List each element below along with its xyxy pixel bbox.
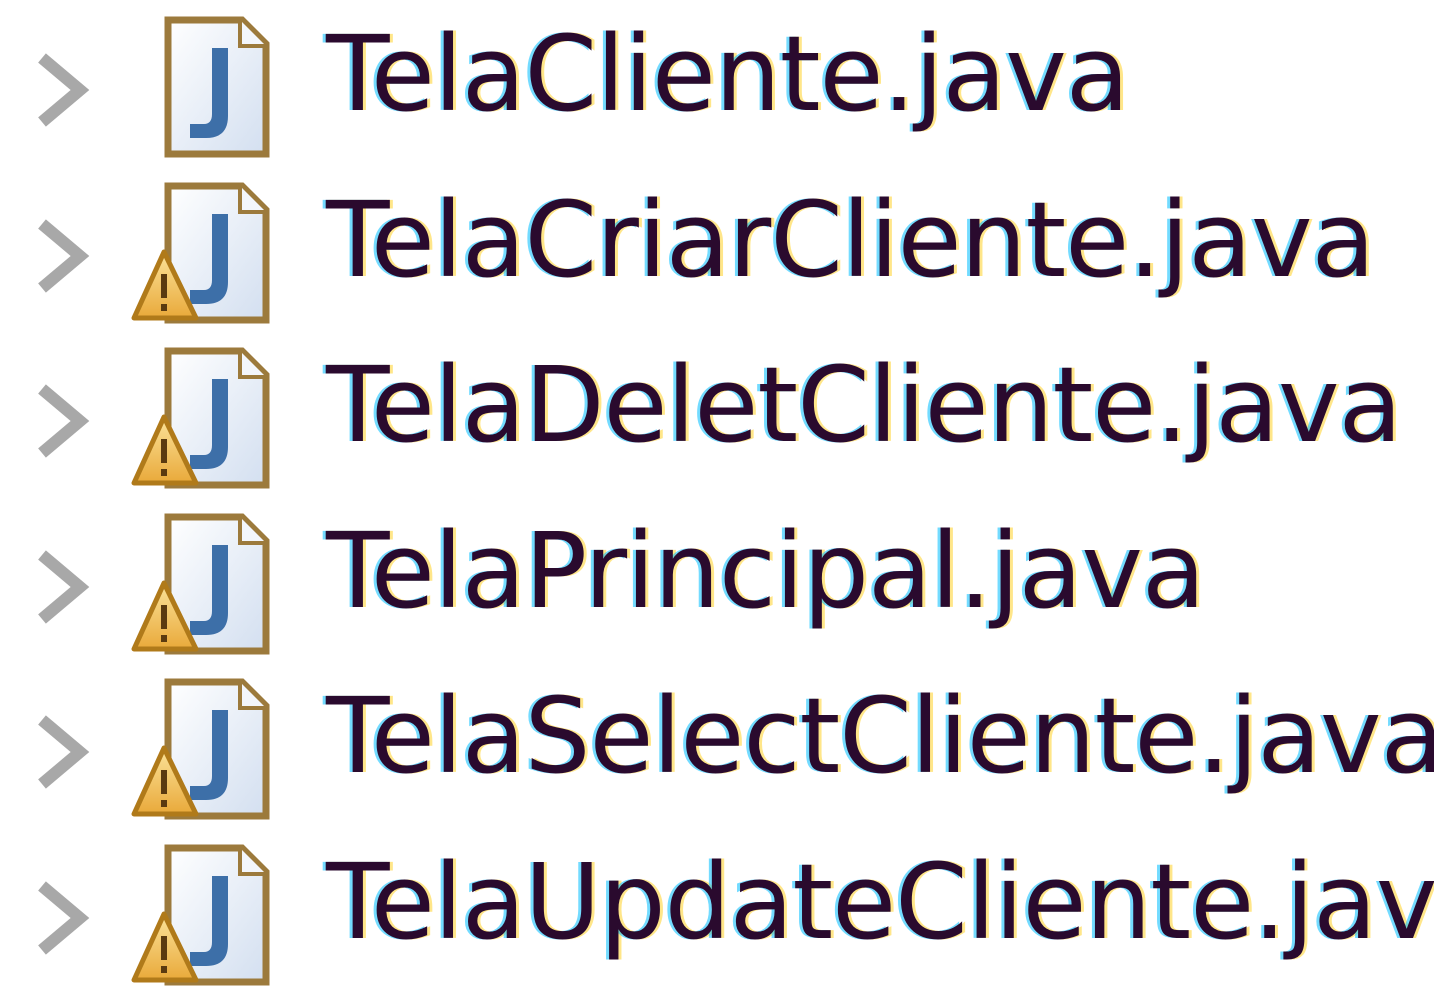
file-label: TelaCliente.java	[326, 13, 1129, 135]
tree-item[interactable]: TelaSelectCliente.java	[0, 662, 1434, 828]
tree-item[interactable]: TelaCriarCliente.java	[0, 166, 1434, 332]
java-file-with-warning-icon	[131, 347, 270, 489]
java-file-icon	[164, 16, 270, 158]
tree-item[interactable]: TelaDeletCliente.java	[0, 331, 1434, 497]
tree-item[interactable]: TelaCliente.java	[0, 0, 1434, 166]
java-file-with-warning-icon	[131, 844, 270, 986]
tree-item[interactable]: TelaPrincipal.java	[0, 497, 1434, 663]
package-explorer-tree: TelaCliente.java TelaCriarCliente.java T…	[0, 0, 1434, 986]
file-label: TelaCriarCliente.java	[326, 179, 1375, 301]
java-file-with-warning-icon	[131, 678, 270, 820]
chevron-right-icon[interactable]	[30, 216, 94, 296]
chevron-right-icon[interactable]	[30, 381, 94, 461]
file-label: TelaSelectCliente.java	[326, 675, 1434, 797]
file-label: TelaPrincipal.java	[326, 510, 1206, 632]
chevron-right-icon[interactable]	[30, 547, 94, 627]
java-file-with-warning-icon	[131, 182, 270, 324]
chevron-right-icon[interactable]	[30, 50, 94, 130]
tree-item[interactable]: TelaUpdateCliente.java	[0, 828, 1434, 994]
chevron-right-icon[interactable]	[30, 878, 94, 958]
chevron-right-icon[interactable]	[30, 712, 94, 792]
java-file-with-warning-icon	[131, 513, 270, 655]
file-label: TelaDeletCliente.java	[326, 344, 1402, 466]
file-label: TelaUpdateCliente.java	[326, 841, 1434, 963]
